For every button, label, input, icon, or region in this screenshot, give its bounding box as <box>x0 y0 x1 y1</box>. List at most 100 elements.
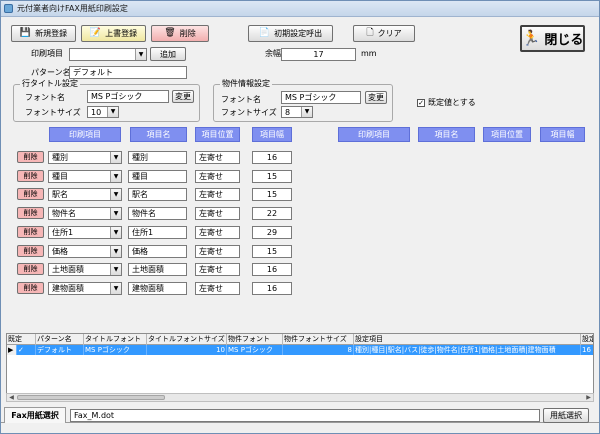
row-item-width-input[interactable]: 15 <box>252 245 292 258</box>
close-button[interactable]: 🏃 閉じる <box>520 25 585 52</box>
row-delete-button[interactable]: 削除 <box>17 170 44 182</box>
pattern-grid: 既定 パターン名 タイトルフォント タイトルフォントサイズ 物件フォント 物件フ… <box>6 333 594 394</box>
property-size-select[interactable]: 8 ▼ <box>281 106 313 118</box>
row-item-position-input[interactable]: 左寄せ <box>195 263 240 276</box>
fax-file-input[interactable]: Fax_M.dot <box>70 409 540 422</box>
row-print-item-value: 種別 <box>52 153 68 162</box>
grid-header-setting[interactable]: 設定 <box>581 334 593 345</box>
row-delete-button[interactable]: 削除 <box>17 151 44 163</box>
row-delete-button[interactable]: 削除 <box>17 207 44 219</box>
grid-header-default[interactable]: 既定 <box>7 334 36 345</box>
row-delete-button[interactable]: 削除 <box>17 188 44 200</box>
delete-button[interactable]: 🗑 削除 <box>151 25 209 42</box>
pattern-name-input[interactable]: デフォルト <box>69 66 187 79</box>
row-item-width-input[interactable]: 16 <box>252 151 292 164</box>
chevron-down-icon: ▼ <box>107 107 118 117</box>
row-print-item-select[interactable]: 物件名 ▼ <box>48 207 122 220</box>
row-item-position-input[interactable]: 左寄せ <box>195 170 240 183</box>
left-header-item-name: 項目名 <box>130 127 187 142</box>
row-item-width-input[interactable]: 16 <box>252 282 292 295</box>
paper-select-label: 用紙選択 <box>550 411 582 420</box>
row-title-size-select[interactable]: 10 ▼ <box>87 106 119 118</box>
row-delete-button[interactable]: 削除 <box>17 226 44 238</box>
row-item-position-input[interactable]: 左寄せ <box>195 226 240 239</box>
row-print-item-select[interactable]: 種目 ▼ <box>48 170 122 183</box>
window-title: 元付業者向けFAX用紙印刷設定 <box>17 4 128 13</box>
grid-header-title-font[interactable]: タイトルフォント <box>84 334 147 345</box>
grid-row-selected[interactable]: ▶ ✓ デフォルト MS Pゴシック 10 MS Pゴシック 8 種別|種目|駅… <box>7 345 593 355</box>
row-print-item-select[interactable]: 建物面積 ▼ <box>48 282 122 295</box>
row-item-position-input[interactable]: 左寄せ <box>195 188 240 201</box>
load-default-button[interactable]: 📄 初期設定呼出 <box>248 25 333 42</box>
row-item-name-input[interactable]: 種別 <box>128 151 187 164</box>
row-print-item-select[interactable]: 駅名 ▼ <box>48 188 122 201</box>
right-header-item-width: 項目幅 <box>540 127 585 142</box>
property-font-change-button[interactable]: 変更 <box>365 91 387 104</box>
grid-header-title-font-size[interactable]: タイトルフォントサイズ <box>147 334 227 345</box>
print-item-select[interactable]: ▼ <box>69 48 147 61</box>
row-title-group-label: 行タイトル設定 <box>20 79 80 89</box>
row-item-width-input[interactable]: 15 <box>252 170 292 183</box>
left-header-print-item: 印刷項目 <box>49 127 121 142</box>
row-item-name-input[interactable]: 種目 <box>128 170 187 183</box>
clear-button[interactable]: 🗋 クリア <box>353 25 415 42</box>
row-item-position-input[interactable]: 左寄せ <box>195 282 240 295</box>
row-delete-button[interactable]: 削除 <box>17 282 44 294</box>
row-item-width-input[interactable]: 29 <box>252 226 292 239</box>
scroll-right-icon[interactable]: ▶ <box>584 394 593 401</box>
grid-header: 既定 パターン名 タイトルフォント タイトルフォントサイズ 物件フォント 物件フ… <box>7 334 593 345</box>
row-item-name-input[interactable]: 土地面積 <box>128 263 187 276</box>
row-print-item-select[interactable]: 価格 ▼ <box>48 245 122 258</box>
grid-cell-default-check[interactable]: ✓ <box>17 345 36 355</box>
tab-fax-paper-select[interactable]: Fax用紙選択 <box>4 407 66 423</box>
row-title-font-input[interactable]: MS Pゴシック <box>87 90 169 103</box>
row-title-change-label: 変更 <box>175 92 191 101</box>
row-delete-button[interactable]: 削除 <box>17 263 44 275</box>
row-print-item-select[interactable]: 住所1 ▼ <box>48 226 122 239</box>
grid-header-pattern-name[interactable]: パターン名 <box>36 334 84 345</box>
row-print-item-value: 価格 <box>52 247 68 256</box>
row-item-position-input[interactable]: 左寄せ <box>195 245 240 258</box>
add-button[interactable]: 追加 <box>150 47 186 61</box>
grid-header-property-font[interactable]: 物件フォント <box>227 334 283 345</box>
row-print-item-value: 建物面積 <box>52 284 84 293</box>
delete-label: 削除 <box>179 29 196 38</box>
grid-cell-setting: 16 <box>581 345 593 355</box>
margin-label: 余幅 <box>265 49 281 58</box>
grid-horizontal-scrollbar[interactable]: ◀ ▶ <box>6 393 594 402</box>
default-checkbox[interactable]: ✓ <box>417 99 425 107</box>
row-item-width-input[interactable]: 22 <box>252 207 292 220</box>
row-item-name-input[interactable]: 住所1 <box>128 226 187 239</box>
row-print-item-value: 駅名 <box>52 190 68 199</box>
close-label: 閉じる <box>544 33 584 48</box>
chevron-down-icon: ▼ <box>110 264 121 275</box>
row-item-name-input[interactable]: 価格 <box>128 245 187 258</box>
row-print-item-select[interactable]: 土地面積 ▼ <box>48 263 122 276</box>
paper-select-button[interactable]: 用紙選択 <box>543 408 589 423</box>
row-title-size-label: フォントサイズ <box>25 108 81 117</box>
left-header-item-position: 項目位置 <box>195 127 240 142</box>
row-print-item-select[interactable]: 種別 ▼ <box>48 151 122 164</box>
property-font-input[interactable]: MS Pゴシック <box>281 91 361 104</box>
row-item-width-input[interactable]: 15 <box>252 188 292 201</box>
row-title-font-change-button[interactable]: 変更 <box>172 90 194 103</box>
overwrite-register-button[interactable]: 📝 上書登録 <box>81 25 146 42</box>
row-item-name-input[interactable]: 駅名 <box>128 188 187 201</box>
row-item-position-input[interactable]: 左寄せ <box>195 207 240 220</box>
clear-label: クリア <box>377 29 402 38</box>
scroll-thumb[interactable] <box>17 395 165 400</box>
new-register-button[interactable]: 💾 新規登録 <box>11 25 76 42</box>
right-header-item-position: 項目位置 <box>483 127 531 142</box>
pattern-name-label: パターン名 <box>31 68 71 77</box>
chevron-down-icon: ▼ <box>110 283 121 294</box>
scroll-left-icon[interactable]: ◀ <box>7 394 16 401</box>
grid-header-setting-items[interactable]: 設定項目 <box>354 334 581 345</box>
row-item-position-input[interactable]: 左寄せ <box>195 151 240 164</box>
row-item-width-input[interactable]: 16 <box>252 263 292 276</box>
row-delete-button[interactable]: 削除 <box>17 245 44 257</box>
grid-header-property-font-size[interactable]: 物件フォントサイズ <box>283 334 354 345</box>
row-item-name-input[interactable]: 物件名 <box>128 207 187 220</box>
chevron-down-icon: ▼ <box>110 171 121 182</box>
row-item-name-input[interactable]: 建物面積 <box>128 282 187 295</box>
margin-input[interactable]: 17 <box>281 48 356 61</box>
